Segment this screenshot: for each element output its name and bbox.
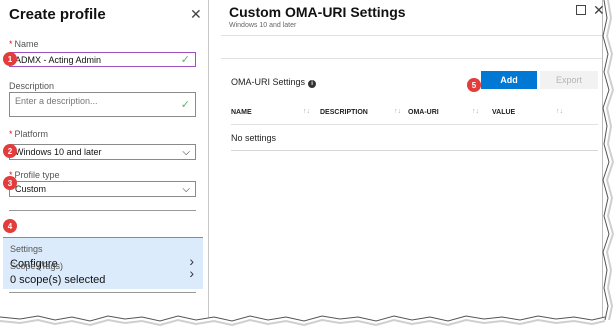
profile-type-label: * Profile type [9, 170, 60, 180]
step-badge-5: 5 [467, 78, 481, 92]
table-header-divider [231, 124, 598, 125]
description-label: Description [9, 81, 55, 91]
column-header-value[interactable]: VALUE [492, 109, 515, 116]
maximize-icon[interactable] [576, 5, 586, 15]
chevron-down-icon: ⌵ [182, 183, 190, 195]
scope-row[interactable]: Scope (Tags) 0 scope(s) selected › [3, 255, 203, 297]
name-label: * Name [9, 39, 39, 49]
blade-title: Create profile [9, 6, 106, 23]
close-icon[interactable]: ✕ [190, 6, 202, 23]
blade-subtitle: Windows 10 and later [229, 22, 297, 29]
profile-type-dropdown[interactable]: Custom ⌵ [9, 181, 196, 197]
add-button[interactable]: Add [481, 71, 537, 89]
divider [9, 210, 196, 211]
create-profile-blade: Create profile ✕ * Name ADMX - Acting Adm… [0, 0, 209, 318]
chevron-right-icon: › [189, 265, 194, 281]
torn-edge-right [602, 0, 615, 329]
sort-icon[interactable]: ↑↓ [303, 108, 310, 115]
check-icon: ✓ [180, 99, 190, 111]
oma-uri-blade: Custom OMA-URI Settings Windows 10 and l… [210, 0, 605, 318]
sort-icon[interactable]: ↑↓ [556, 108, 563, 115]
platform-value: Windows 10 and later [15, 147, 102, 157]
platform-dropdown[interactable]: Windows 10 and later ⌵ [9, 144, 196, 160]
step-badge-3: 3 [3, 176, 17, 190]
description-field[interactable]: Enter a description... ✓ [9, 92, 196, 117]
name-value: ADMX - Acting Admin [15, 54, 102, 65]
description-placeholder: Enter a description... [15, 96, 98, 106]
oma-uri-settings-label: OMA-URI Settings i [231, 77, 317, 88]
step-badge-1: 1 [3, 52, 17, 66]
step-badge-2: 2 [3, 144, 17, 158]
name-field[interactable]: ADMX - Acting Admin ✓ [9, 52, 196, 67]
required-marker: * [9, 39, 13, 49]
blade-title: Custom OMA-URI Settings [229, 4, 406, 20]
settings-label: Settings [10, 244, 43, 254]
info-icon[interactable]: i [308, 80, 317, 88]
portal-window: Create profile ✕ * Name ADMX - Acting Adm… [0, 0, 605, 318]
empty-table-message: No settings [231, 133, 277, 143]
scope-label: Scope (Tags) [10, 261, 64, 271]
sort-icon[interactable]: ↑↓ [472, 108, 479, 115]
step-badge-4: 4 [3, 219, 17, 233]
divider [9, 292, 196, 293]
chevron-down-icon: ⌵ [182, 146, 190, 158]
column-header-oma-uri[interactable]: OMA-URI [408, 109, 439, 116]
table-row-divider [231, 150, 598, 151]
platform-label: * Platform [9, 129, 49, 139]
scope-value: 0 scope(s) selected [10, 274, 106, 286]
check-icon: ✓ [180, 54, 190, 66]
torn-edge-bottom [0, 315, 615, 329]
profile-type-value: Custom [15, 184, 47, 194]
column-header-description[interactable]: DESCRIPTION [320, 109, 368, 116]
command-bar [221, 35, 602, 59]
column-header-name[interactable]: NAME [231, 109, 252, 116]
export-button[interactable]: Export [540, 71, 598, 89]
sort-icon[interactable]: ↑↓ [394, 108, 401, 115]
